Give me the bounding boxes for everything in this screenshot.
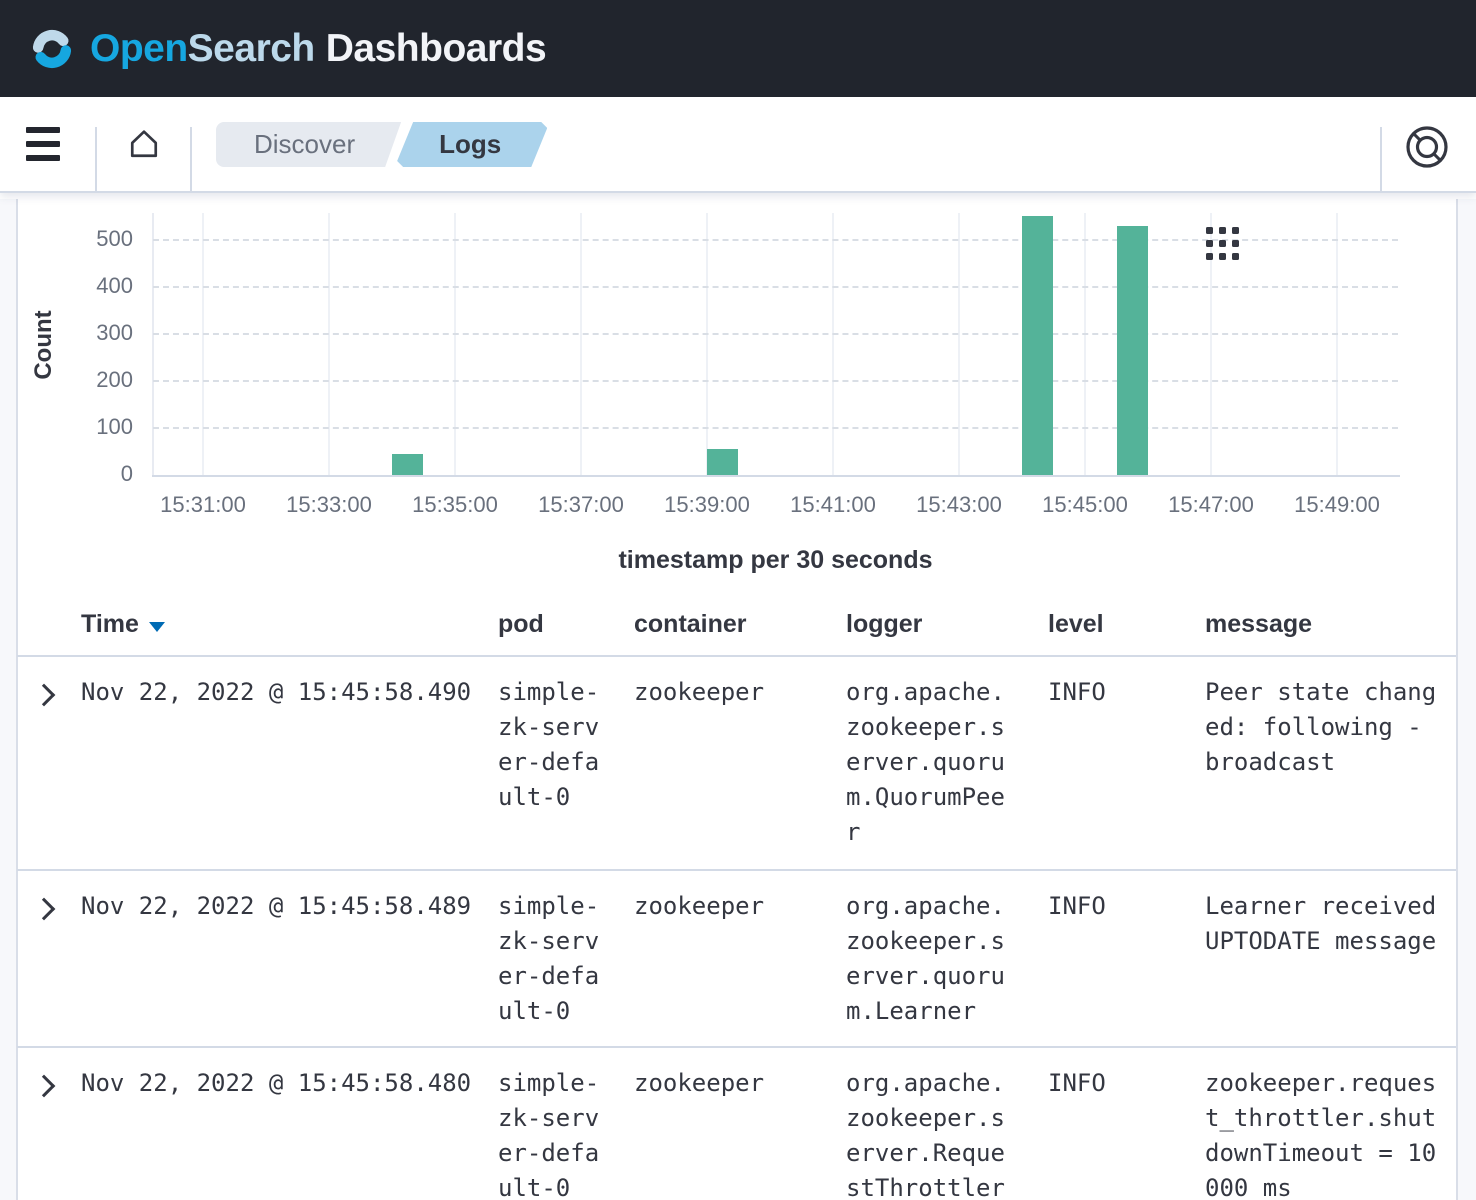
x-axis-tick-label: 15:33:00 (264, 492, 394, 518)
y-axis-tick-label: 400 (37, 273, 133, 299)
cell-message: zookeeper.request_throttler.shutdownTime… (1205, 1066, 1443, 1200)
opensearch-logo-icon (28, 25, 76, 73)
cell-logger: org.apache.zookeeper.server.quorum.Learn… (846, 889, 1011, 1029)
column-header-pod[interactable]: pod (498, 610, 544, 639)
x-axis-tick-label: 15:31:00 (138, 492, 268, 518)
chart-vertical-gridline (958, 213, 960, 475)
discover-content: Count 15:31:0015:33:0015:35:0015:37:0015… (0, 199, 1476, 1200)
nav-divider (1380, 127, 1382, 191)
chart-horizontal-gridline (153, 427, 1398, 429)
brand-search: Search (188, 27, 315, 70)
cell-time: Nov 22, 2022 @ 15:45:58.490 (81, 675, 501, 710)
column-header-time[interactable]: Time (81, 610, 165, 639)
nav-bar: Discover Logs (0, 97, 1476, 193)
brand-open: Open (90, 27, 188, 70)
x-axis-tick-label: 15:45:00 (1020, 492, 1150, 518)
histogram-bar[interactable] (1022, 216, 1053, 475)
cell-time: Nov 22, 2022 @ 15:45:58.489 (81, 889, 501, 924)
cell-container: zookeeper (634, 675, 834, 710)
content-right-gutter (1456, 199, 1476, 1200)
x-axis-tick-label: 15:47:00 (1146, 492, 1276, 518)
breadcrumb: Discover Logs (216, 122, 547, 167)
content-left-gutter (0, 199, 18, 1200)
menu-icon[interactable] (26, 127, 60, 161)
breadcrumb-discover[interactable]: Discover (216, 122, 401, 167)
column-header-level[interactable]: level (1048, 610, 1104, 639)
x-axis-tick-label: 15:49:00 (1272, 492, 1402, 518)
chart-vertical-gridline (580, 213, 582, 475)
x-axis-tick-label: 15:39:00 (642, 492, 772, 518)
cell-message: Learner received UPTODATE message (1205, 889, 1443, 959)
brand-dashboards: Dashboards (326, 27, 546, 70)
cell-pod: simple-zk-server-default-0 (498, 889, 606, 1029)
chart-horizontal-gridline (153, 333, 1398, 335)
cell-time: Nov 22, 2022 @ 15:45:58.480 (81, 1066, 501, 1101)
x-axis-tick-label: 15:41:00 (768, 492, 898, 518)
y-axis-tick-label: 300 (37, 320, 133, 346)
breadcrumb-logs[interactable]: Logs (397, 122, 547, 167)
x-axis-tick-label: 15:37:00 (516, 492, 646, 518)
y-axis-tick-label: 0 (37, 461, 133, 487)
chart-vertical-gridline (454, 213, 456, 475)
opensearch-logo: OpenSearch Dashboards (28, 25, 546, 73)
cell-level: INFO (1048, 889, 1168, 924)
cell-pod: simple-zk-server-default-0 (498, 675, 606, 815)
expand-row-icon[interactable] (33, 684, 56, 707)
chart-vertical-gridline (1084, 213, 1086, 475)
cell-logger: org.apache.zookeeper.server.quorum.Quoru… (846, 675, 1011, 850)
chart-horizontal-gridline (153, 380, 1398, 382)
sort-desc-icon (149, 622, 165, 632)
x-axis-title: timestamp per 30 seconds (153, 546, 1398, 575)
help-icon[interactable] (1404, 124, 1450, 173)
chart-vertical-gridline (1336, 213, 1338, 475)
cell-level: INFO (1048, 675, 1168, 710)
column-header-container[interactable]: container (634, 610, 747, 639)
cell-container: zookeeper (634, 1066, 834, 1101)
nav-divider (95, 127, 97, 191)
column-header-message[interactable]: message (1205, 610, 1312, 639)
x-axis-line (152, 475, 1400, 477)
apps-grid-icon[interactable] (1206, 227, 1240, 261)
app-header: OpenSearch Dashboards (0, 0, 1476, 97)
x-axis-tick-label: 15:35:00 (390, 492, 520, 518)
cell-pod: simple-zk-server-default-0 (498, 1066, 606, 1200)
chart-horizontal-gridline (153, 286, 1398, 288)
x-axis-tick-label: 15:43:00 (894, 492, 1024, 518)
home-icon[interactable] (125, 125, 163, 166)
y-axis-line (152, 213, 154, 475)
table-row: Nov 22, 2022 @ 15:45:58.490simple-zk-ser… (17, 655, 1456, 869)
chart-vertical-gridline (832, 213, 834, 475)
histogram-bar[interactable] (707, 449, 738, 475)
expand-row-icon[interactable] (33, 1075, 56, 1098)
cell-level: INFO (1048, 1066, 1168, 1101)
cell-container: zookeeper (634, 889, 834, 924)
histogram-bar[interactable] (1117, 226, 1148, 475)
chart-vertical-gridline (706, 213, 708, 475)
y-axis-tick-label: 500 (37, 226, 133, 252)
table-row: Nov 22, 2022 @ 15:45:58.480simple-zk-ser… (17, 1046, 1456, 1200)
cell-logger: org.apache.zookeeper.server.RequestThrot… (846, 1066, 1011, 1200)
histogram-bar[interactable] (392, 454, 423, 475)
column-header-logger[interactable]: logger (846, 610, 922, 639)
chart-vertical-gridline (202, 213, 204, 475)
chart-vertical-gridline (328, 213, 330, 475)
y-axis-tick-label: 200 (37, 367, 133, 393)
table-row: Nov 22, 2022 @ 15:45:58.489simple-zk-ser… (17, 869, 1456, 1046)
expand-row-icon[interactable] (33, 898, 56, 921)
cell-message: Peer state changed: following - broadcas… (1205, 675, 1443, 780)
nav-divider (190, 127, 192, 191)
y-axis-tick-label: 100 (37, 414, 133, 440)
